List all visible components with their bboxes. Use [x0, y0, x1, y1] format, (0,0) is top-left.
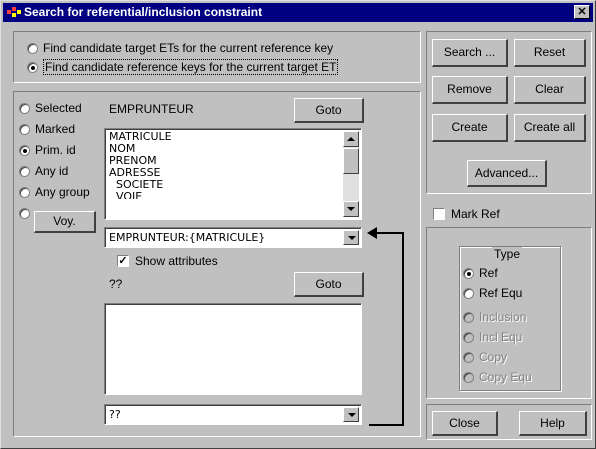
- radio-selected-icon: [27, 61, 38, 73]
- type-group-title: Type: [492, 247, 523, 261]
- remove-button[interactable]: Remove: [432, 76, 508, 104]
- type-option-label: Incl Equ: [479, 330, 523, 344]
- close-button[interactable]: Close: [432, 411, 498, 436]
- scroll-thumb[interactable]: [343, 148, 359, 174]
- advanced-button[interactable]: Advanced...: [467, 160, 547, 187]
- selector-option-selected[interactable]: Selected: [19, 101, 82, 115]
- list-item[interactable]: VOIE: [109, 191, 172, 199]
- scroll-up-icon[interactable]: [343, 131, 359, 147]
- selector-option-label: Any group: [35, 185, 90, 199]
- reset-button-label: Reset: [533, 45, 566, 59]
- list-item[interactable]: SOCIETE: [109, 179, 172, 191]
- close-button-label: Close: [449, 416, 480, 430]
- radio-icon: [19, 123, 30, 135]
- create-button-label: Create: [451, 120, 488, 134]
- radio-icon: [19, 186, 30, 198]
- selector-option-prim-id[interactable]: Prim. id: [19, 143, 76, 157]
- entity-key-combo[interactable]: EMPRUNTEUR:{MATRICULE}: [104, 227, 362, 248]
- create-button[interactable]: Create: [432, 114, 508, 142]
- create-all-button[interactable]: Create all: [514, 114, 586, 142]
- selector-option-any-group[interactable]: Any group: [19, 185, 90, 199]
- type-option-label: Ref: [479, 266, 498, 280]
- target-name: ??: [109, 277, 123, 291]
- selector-option-any-id[interactable]: Any id: [19, 164, 68, 178]
- voy-button-label: Voy.: [53, 214, 76, 228]
- target-key-combo[interactable]: ??: [104, 404, 362, 425]
- chevron-down-icon[interactable]: [343, 407, 359, 422]
- type-option-copy-equ: Copy Equ: [463, 370, 532, 384]
- selector-option-label: Any id: [35, 164, 69, 178]
- create-all-button-label: Create all: [523, 120, 576, 134]
- entity-key-value: EMPRUNTEUR:{MATRICULE}: [109, 231, 266, 244]
- app-icon: [7, 7, 21, 17]
- help-button[interactable]: Help: [519, 411, 587, 436]
- search-button[interactable]: Search ...: [432, 39, 508, 67]
- type-option-ref-equ[interactable]: Ref Equ: [463, 286, 522, 300]
- chevron-down-icon[interactable]: [343, 230, 359, 245]
- radio-icon: [19, 165, 30, 177]
- type-option-ref[interactable]: Ref: [463, 266, 498, 280]
- radio-icon: [19, 102, 30, 114]
- target-attribute-list[interactable]: [104, 303, 362, 395]
- clear-button[interactable]: Clear: [514, 76, 586, 104]
- radio-icon: [463, 287, 474, 299]
- checkbox-icon: [433, 208, 445, 220]
- attribute-items: MATRICULE NOM PRENOM ADRESSE SOCIETE VOI…: [109, 131, 172, 200]
- radio-icon: [463, 351, 474, 363]
- entity-name: EMPRUNTEUR: [109, 102, 194, 116]
- selector-option-marked[interactable]: Marked: [19, 122, 75, 136]
- advanced-button-label: Advanced...: [474, 166, 539, 180]
- type-option-copy: Copy: [463, 350, 507, 364]
- radio-icon: [463, 311, 474, 323]
- selector-option-voy[interactable]: [19, 208, 35, 219]
- type-option-label: Copy Equ: [479, 370, 532, 384]
- radio-selected-icon: [463, 267, 474, 279]
- radio-icon: [19, 208, 30, 219]
- radio-icon: [463, 331, 474, 343]
- remove-button-label: Remove: [447, 82, 492, 96]
- type-option-inclusion: Inclusion: [463, 310, 526, 324]
- reset-button[interactable]: Reset: [514, 39, 586, 67]
- connector-arrow-icon: [367, 227, 404, 426]
- mode-option-target-label: Find candidate target ETs for the curren…: [43, 41, 334, 55]
- type-option-label: Ref Equ: [479, 286, 523, 300]
- selector-option-label: Marked: [35, 122, 76, 136]
- show-attributes-checkbox[interactable]: ✓ Show attributes: [117, 254, 218, 268]
- dialog-window: Search for referential/inclusion constra…: [0, 0, 596, 449]
- mark-ref-checkbox[interactable]: Mark Ref: [433, 207, 500, 221]
- selector-option-label: Selected: [35, 101, 82, 115]
- target-goto-label: Goto: [315, 277, 342, 291]
- clear-button-label: Clear: [535, 82, 564, 96]
- mark-ref-label: Mark Ref: [451, 207, 500, 221]
- checkmark-icon: ✓: [117, 255, 129, 267]
- radio-selected-icon: [19, 144, 30, 156]
- attribute-list[interactable]: MATRICULE NOM PRENOM ADRESSE SOCIETE VOI…: [104, 128, 362, 220]
- window-title: Search for referential/inclusion constra…: [24, 5, 263, 19]
- close-icon[interactable]: ✕: [574, 5, 590, 19]
- mode-option-ref[interactable]: Find candidate reference keys for the cu…: [27, 59, 339, 75]
- selector-option-label: Prim. id: [35, 143, 76, 157]
- mode-option-target[interactable]: Find candidate target ETs for the curren…: [27, 41, 333, 55]
- voy-button[interactable]: Voy.: [34, 211, 96, 233]
- help-button-label: Help: [540, 416, 565, 430]
- scroll-down-icon[interactable]: [343, 201, 359, 217]
- type-option-label: Inclusion: [479, 310, 527, 324]
- mode-panel: [13, 31, 421, 83]
- radio-icon: [27, 42, 38, 54]
- search-button-label: Search ...: [443, 45, 496, 59]
- target-goto-button[interactable]: Goto: [294, 272, 364, 297]
- entity-goto-button[interactable]: Goto: [294, 98, 364, 123]
- entity-goto-label: Goto: [315, 103, 342, 117]
- title-bar[interactable]: Search for referential/inclusion constra…: [3, 3, 593, 22]
- show-attributes-label: Show attributes: [135, 254, 218, 268]
- type-option-incl-equ: Incl Equ: [463, 330, 522, 344]
- attribute-scrollbar[interactable]: [343, 131, 359, 217]
- type-option-label: Copy: [479, 350, 508, 364]
- target-key-value: ??: [109, 408, 121, 421]
- mode-option-ref-label: Find candidate reference keys for the cu…: [43, 59, 339, 75]
- radio-icon: [463, 371, 474, 383]
